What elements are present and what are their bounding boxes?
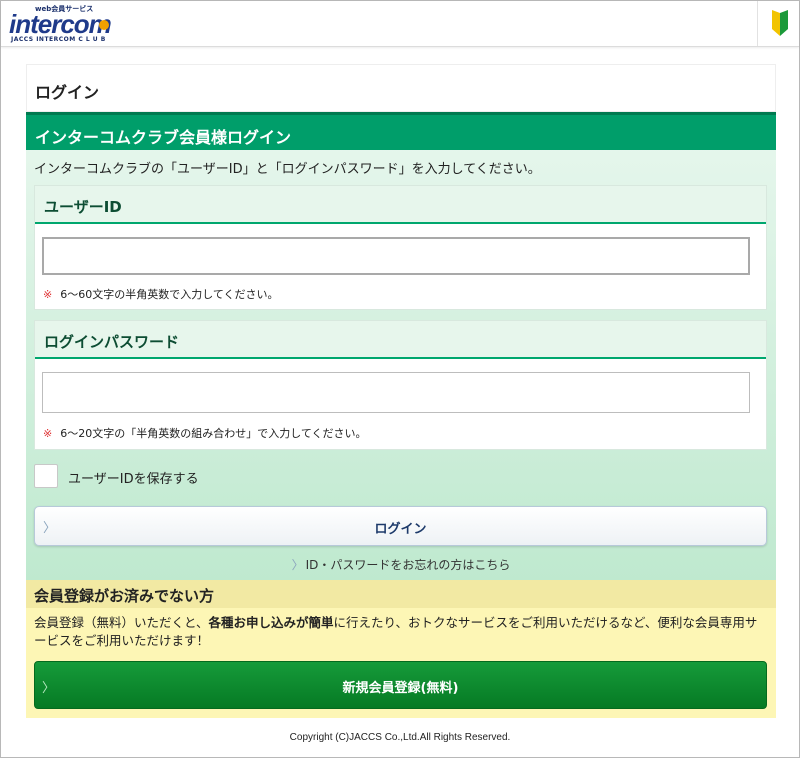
register-description-emphasis: 各種お申し込みが簡単 xyxy=(208,615,334,630)
login-button[interactable]: 〉 ログイン xyxy=(34,506,767,546)
password-card: ログインパスワード ※ 6〜20文字の「半角英数の組み合わせ」で入力してください。 xyxy=(34,320,767,450)
new-registration-label: 新規会員登録(無料) xyxy=(342,681,459,696)
header-divider xyxy=(757,1,758,46)
logo-dot-icon xyxy=(99,20,109,30)
logo-wordmark: intercom xyxy=(9,9,112,39)
forgot-password-link[interactable]: 〉 ID・パスワードをお忘れの方はこちら xyxy=(26,556,776,573)
page-title: ログイン xyxy=(35,83,100,102)
register-panel: 会員登録がお済みでない方 会員登録（無料）いただくと、各種お申し込みが簡単に行え… xyxy=(26,580,776,718)
save-user-id-checkbox[interactable] xyxy=(34,464,58,488)
login-intro-text: インターコムクラブの「ユーザーID」と「ログインパスワード」を入力してください。 xyxy=(34,162,541,177)
login-panel-title: インターコムクラブ会員様ログイン xyxy=(35,128,292,147)
user-id-note: ※ 6〜60文字の半角英数で入力してください。 xyxy=(43,286,279,302)
note-mark: ※ xyxy=(43,427,53,440)
login-panel-header: インターコムクラブ会員様ログイン xyxy=(26,112,776,150)
password-label: ログインパスワード xyxy=(44,333,180,351)
password-note-text: 6〜20文字の「半角英数の組み合わせ」で入力してください。 xyxy=(60,427,367,440)
register-description: 会員登録（無料）いただくと、各種お申し込みが簡単に行えたり、おトクなサービスをご… xyxy=(34,614,766,650)
user-id-card-header: ユーザーID xyxy=(35,186,766,224)
login-button-label: ログイン xyxy=(374,522,427,537)
chevron-right-icon: 〉 xyxy=(291,558,304,572)
register-header: 会員登録がお済みでない方 xyxy=(26,580,776,608)
password-input[interactable] xyxy=(42,372,750,413)
forgot-password-text: ID・パスワードをお忘れの方はこちら xyxy=(305,558,511,572)
copyright-text: Copyright (C)JACCS Co.,Ltd.All Rights Re… xyxy=(289,732,511,743)
copyright-footer: Copyright (C)JACCS Co.,Ltd.All Rights Re… xyxy=(0,732,800,743)
intercom-logo[interactable]: web会員サービス intercom JACCS INTERCOM C L U … xyxy=(9,4,124,44)
register-title: 会員登録がお済みでない方 xyxy=(34,587,215,605)
site-header: web会員サービス intercom JACCS INTERCOM C L U … xyxy=(1,1,799,47)
user-id-input[interactable] xyxy=(42,237,750,275)
user-id-card: ユーザーID ※ 6〜60文字の半角英数で入力してください。 xyxy=(34,185,767,310)
login-panel: インターコムクラブ会員様ログイン インターコムクラブの「ユーザーID」と「ログイ… xyxy=(26,112,776,580)
note-mark: ※ xyxy=(43,288,53,301)
new-registration-button[interactable]: 〉 新規会員登録(無料) xyxy=(34,661,767,709)
password-card-header: ログインパスワード xyxy=(35,321,766,359)
wakaba-beginner-mark-icon[interactable] xyxy=(771,10,789,36)
register-description-part: 会員登録（無料）いただくと、 xyxy=(34,615,209,630)
page-title-box: ログイン xyxy=(26,64,776,112)
logo-subline: JACCS INTERCOM C L U B xyxy=(11,36,106,43)
password-note: ※ 6〜20文字の「半角英数の組み合わせ」で入力してください。 xyxy=(43,425,367,441)
save-user-id-label[interactable]: ユーザーIDを保存する xyxy=(68,468,199,487)
user-id-note-text: 6〜60文字の半角英数で入力してください。 xyxy=(60,288,279,301)
user-id-label: ユーザーID xyxy=(44,198,122,216)
